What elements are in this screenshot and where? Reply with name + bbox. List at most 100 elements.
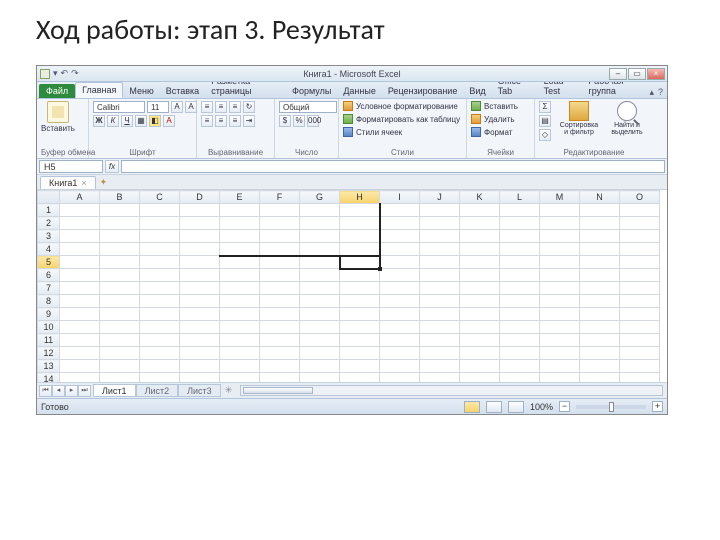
- cell[interactable]: [140, 308, 180, 321]
- cell[interactable]: [500, 256, 540, 269]
- tab-formulas[interactable]: Формулы: [286, 84, 337, 98]
- font-color-button[interactable]: A: [163, 115, 175, 127]
- align-bot-button[interactable]: ≡: [229, 101, 241, 113]
- cell[interactable]: [140, 269, 180, 282]
- column-header[interactable]: A: [60, 191, 100, 204]
- tab-insert[interactable]: Вставка: [160, 84, 205, 98]
- cell[interactable]: [300, 204, 340, 217]
- cell[interactable]: [500, 308, 540, 321]
- cell[interactable]: [500, 243, 540, 256]
- cell[interactable]: [60, 347, 100, 360]
- cell[interactable]: [460, 269, 500, 282]
- cell[interactable]: [260, 204, 300, 217]
- cell[interactable]: [500, 217, 540, 230]
- row-header[interactable]: 3: [38, 230, 60, 243]
- cell[interactable]: [580, 269, 620, 282]
- cell[interactable]: [220, 295, 260, 308]
- cell[interactable]: [540, 204, 580, 217]
- cell[interactable]: [460, 347, 500, 360]
- cell[interactable]: [500, 360, 540, 373]
- cell[interactable]: [100, 282, 140, 295]
- sheet-nav-prev[interactable]: ◂: [52, 385, 65, 397]
- help-icon[interactable]: ?: [658, 87, 663, 98]
- row-header[interactable]: 12: [38, 347, 60, 360]
- cell[interactable]: [180, 321, 220, 334]
- cell[interactable]: [260, 243, 300, 256]
- cell[interactable]: [580, 243, 620, 256]
- cell[interactable]: [460, 243, 500, 256]
- tab-data[interactable]: Данные: [337, 84, 382, 98]
- cell[interactable]: [420, 334, 460, 347]
- cell[interactable]: [380, 321, 420, 334]
- cell[interactable]: [380, 295, 420, 308]
- cell[interactable]: [60, 308, 100, 321]
- tab-home[interactable]: Главная: [75, 82, 123, 98]
- cell[interactable]: [620, 334, 660, 347]
- sheet-tab-2[interactable]: Лист2: [136, 384, 179, 397]
- cell[interactable]: [460, 230, 500, 243]
- cell[interactable]: [580, 282, 620, 295]
- cell[interactable]: [420, 373, 460, 383]
- cell[interactable]: [540, 360, 580, 373]
- currency-button[interactable]: $: [279, 115, 291, 127]
- cell[interactable]: [180, 217, 220, 230]
- percent-button[interactable]: %: [293, 115, 305, 127]
- cell[interactable]: [540, 334, 580, 347]
- cell[interactable]: [460, 204, 500, 217]
- sheet-tab-1[interactable]: Лист1: [93, 384, 136, 397]
- row-header[interactable]: 9: [38, 308, 60, 321]
- cell[interactable]: [140, 321, 180, 334]
- cell[interactable]: [260, 295, 300, 308]
- cell[interactable]: [180, 282, 220, 295]
- cell[interactable]: [220, 256, 260, 269]
- cell[interactable]: [340, 321, 380, 334]
- cell[interactable]: [60, 295, 100, 308]
- horizontal-scrollbar[interactable]: [240, 385, 663, 396]
- cell[interactable]: [300, 217, 340, 230]
- cell[interactable]: [260, 347, 300, 360]
- cell[interactable]: [100, 347, 140, 360]
- spreadsheet-grid[interactable]: ABCDEFGHIJKLMNO1234567891011121314: [37, 190, 667, 382]
- conditional-format-button[interactable]: Условное форматирование: [343, 101, 460, 111]
- tab-menu[interactable]: Меню: [123, 84, 159, 98]
- zoom-in-button[interactable]: +: [652, 401, 663, 412]
- align-right-button[interactable]: ≡: [229, 115, 241, 127]
- cell[interactable]: [380, 282, 420, 295]
- paste-button[interactable]: Вставить: [41, 101, 75, 133]
- cell[interactable]: [300, 321, 340, 334]
- cell[interactable]: [460, 321, 500, 334]
- cell[interactable]: [140, 217, 180, 230]
- cell[interactable]: [380, 334, 420, 347]
- cell[interactable]: [300, 373, 340, 383]
- cell[interactable]: [380, 360, 420, 373]
- italic-button[interactable]: К: [107, 115, 119, 127]
- cell[interactable]: [340, 334, 380, 347]
- format-as-table-button[interactable]: Форматировать как таблицу: [343, 114, 460, 124]
- cell[interactable]: [540, 295, 580, 308]
- cell[interactable]: [460, 334, 500, 347]
- zoom-out-button[interactable]: −: [559, 401, 570, 412]
- cell[interactable]: [420, 243, 460, 256]
- underline-button[interactable]: Ч: [121, 115, 133, 127]
- cell[interactable]: [340, 347, 380, 360]
- row-header[interactable]: 8: [38, 295, 60, 308]
- row-header[interactable]: 6: [38, 269, 60, 282]
- cell[interactable]: [260, 334, 300, 347]
- shrink-font-button[interactable]: A: [185, 101, 197, 113]
- indent-button[interactable]: ⇥: [243, 115, 255, 127]
- cell[interactable]: [620, 373, 660, 383]
- cell[interactable]: [340, 308, 380, 321]
- cell[interactable]: [460, 373, 500, 383]
- border-button[interactable]: ▦: [135, 115, 147, 127]
- cell[interactable]: [100, 295, 140, 308]
- column-header[interactable]: H: [340, 191, 380, 204]
- cell[interactable]: [500, 295, 540, 308]
- tab-view[interactable]: Вид: [463, 84, 491, 98]
- cell[interactable]: [500, 373, 540, 383]
- column-header[interactable]: E: [220, 191, 260, 204]
- cell[interactable]: [60, 321, 100, 334]
- column-header[interactable]: O: [620, 191, 660, 204]
- cell[interactable]: [460, 282, 500, 295]
- cell[interactable]: [420, 295, 460, 308]
- column-header[interactable]: J: [420, 191, 460, 204]
